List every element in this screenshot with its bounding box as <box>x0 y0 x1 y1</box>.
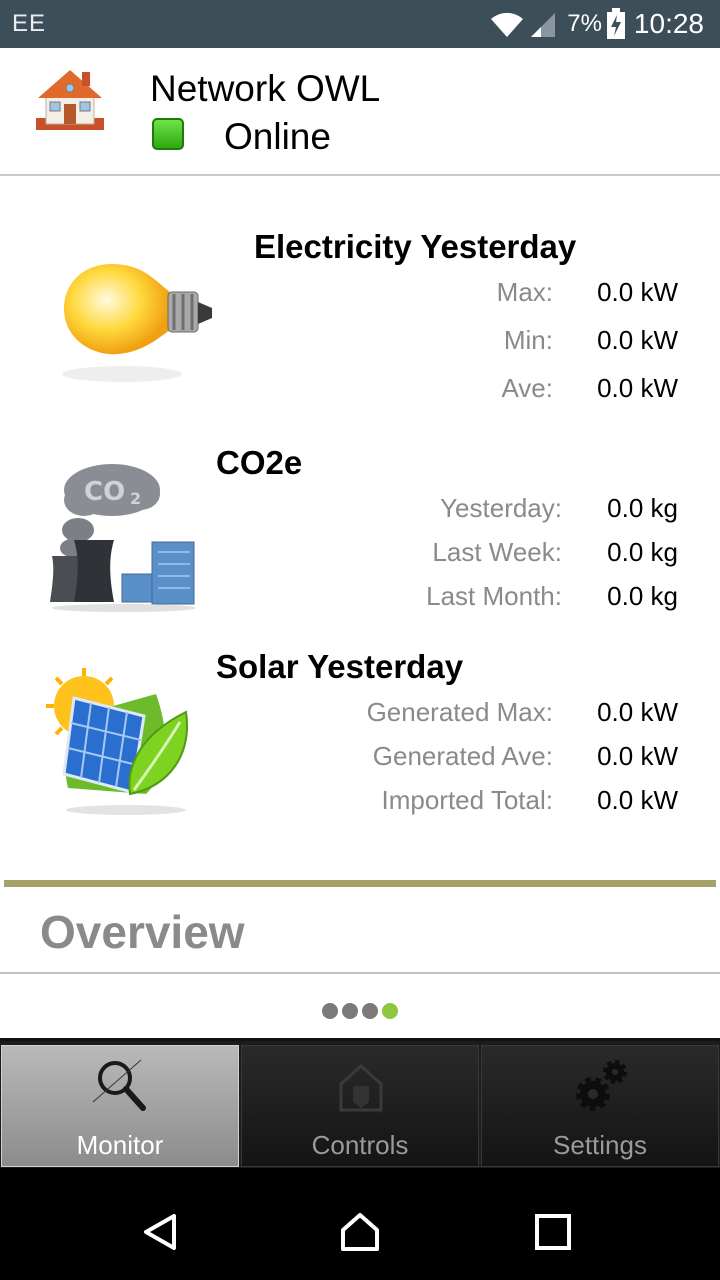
electricity-title: Electricity Yesterday <box>254 228 577 265</box>
co2-yesterday-label: Yesterday: <box>440 493 562 523</box>
solar-imported-total-value: 0.0 kW <box>597 785 678 815</box>
page-dot-3 <box>362 1003 378 1019</box>
bottom-tab-bar: Monitor Controls Settings <box>0 1038 720 1168</box>
page-dot-4-active <box>382 1003 398 1019</box>
system-navigation-bar <box>0 1168 720 1280</box>
solar-generated-ave-label: Generated Ave: <box>372 741 553 771</box>
page-dot-2 <box>342 1003 358 1019</box>
electricity-ave-value: 0.0 kW <box>597 373 678 403</box>
solar-title: Solar Yesterday <box>216 648 464 685</box>
home-icon[interactable] <box>340 1212 380 1252</box>
section-divider <box>4 880 716 887</box>
tab-controls-label: Controls <box>311 1130 409 1160</box>
carrier-label: EE <box>12 10 47 37</box>
battery-percent: 7% <box>567 10 602 37</box>
status-icons: 7% 10:28 <box>489 6 704 42</box>
solar-generated-max-value: 0.0 kW <box>597 697 678 727</box>
recent-apps-icon[interactable] <box>533 1212 573 1252</box>
tab-monitor[interactable]: Monitor <box>1 1045 239 1167</box>
solar-generated-max-label: Generated Max: <box>366 697 553 727</box>
overview-divider <box>0 972 720 974</box>
electricity-min-label: Min: <box>503 325 553 355</box>
tab-monitor-label: Monitor <box>76 1130 164 1160</box>
solar-generated-ave-value: 0.0 kW <box>597 741 678 771</box>
svg-text:2: 2 <box>130 489 141 508</box>
battery-charging-icon <box>606 8 625 39</box>
light-bulb-icon <box>62 264 212 382</box>
online-status-indicator <box>152 118 184 150</box>
signal-icon <box>531 13 556 37</box>
svg-text:CO: CO <box>84 477 125 507</box>
back-icon[interactable] <box>140 1212 180 1252</box>
page-indicator <box>322 1003 398 1019</box>
tab-controls[interactable]: Controls <box>241 1045 479 1167</box>
page-dot-1 <box>322 1003 338 1019</box>
co2-last-month-value: 0.0 kg <box>607 581 678 611</box>
clock: 10:28 <box>633 8 704 39</box>
co2-factory-icon: CO 2 <box>50 464 196 612</box>
tab-settings-label: Settings <box>553 1130 647 1160</box>
overview-title[interactable]: Overview <box>40 905 245 959</box>
device-header: Network OWL Online <box>0 48 720 176</box>
gears-icon <box>576 1060 627 1111</box>
wifi-icon <box>491 12 524 37</box>
home-control-icon <box>339 1063 383 1112</box>
tab-settings[interactable]: Settings <box>481 1045 719 1167</box>
electricity-max-label: Max: <box>496 277 553 307</box>
co2-last-week-label: Last Week: <box>432 537 562 567</box>
electricity-min-value: 0.0 kW <box>597 325 678 355</box>
electricity-ave-label: Ave: <box>501 373 553 403</box>
status-bar: EE 7% 10:28 <box>0 0 720 48</box>
device-name: Network OWL <box>150 68 381 109</box>
co2-last-month-label: Last Month: <box>426 581 562 611</box>
solar-panel-leaf-icon <box>46 668 188 815</box>
solar-imported-total-label: Imported Total: <box>381 785 553 815</box>
co2-last-week-value: 0.0 kg <box>607 537 678 567</box>
online-status-label: Online <box>224 116 331 157</box>
electricity-max-value: 0.0 kW <box>597 277 678 307</box>
co2-title: CO2e <box>216 444 303 481</box>
magnifier-icon <box>92 1059 146 1111</box>
house-icon <box>36 70 104 130</box>
co2-yesterday-value: 0.0 kg <box>607 493 678 523</box>
